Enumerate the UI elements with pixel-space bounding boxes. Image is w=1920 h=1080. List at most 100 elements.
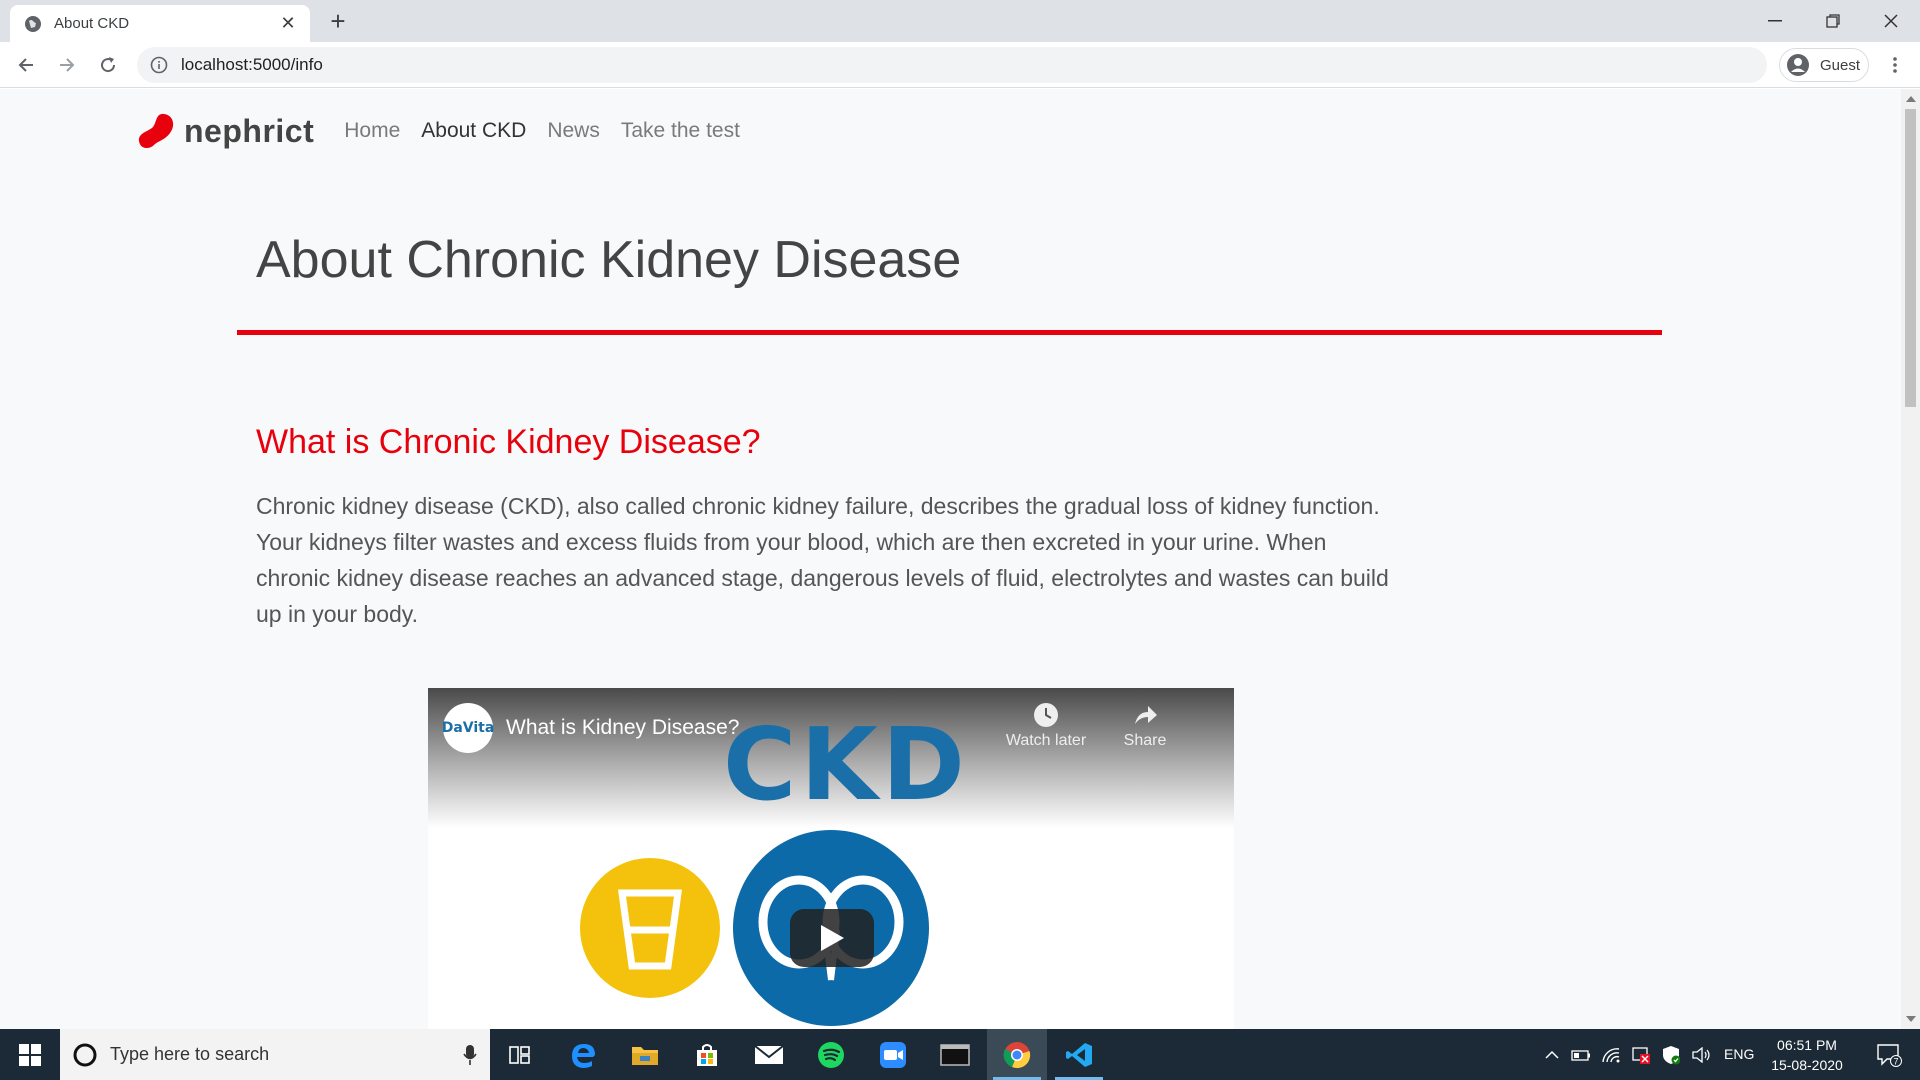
- shield-icon: [1663, 1045, 1680, 1064]
- nav-link-about-ckd[interactable]: About CKD: [421, 119, 526, 143]
- section-heading: What is Chronic Kidney Disease?: [256, 423, 761, 461]
- input-language[interactable]: ENG: [1724, 1029, 1754, 1080]
- minimize-button[interactable]: [1746, 0, 1804, 42]
- security-alert-icon: [1632, 1046, 1650, 1064]
- page-title: About Chronic Kidney Disease: [256, 231, 962, 289]
- section-body: Chronic kidney disease (CKD), also calle…: [256, 493, 1389, 627]
- wifi-icon: [1602, 1047, 1620, 1062]
- reload-button[interactable]: [92, 49, 124, 81]
- speaker-icon: [1692, 1046, 1710, 1063]
- battery-icon: [1571, 1049, 1590, 1061]
- close-window-button[interactable]: [1862, 0, 1920, 42]
- scroll-up-icon[interactable]: [1906, 96, 1916, 102]
- globe-icon: [25, 15, 41, 32]
- volume-button[interactable]: [1688, 1029, 1714, 1080]
- browser-menu-button[interactable]: [1880, 49, 1910, 81]
- video-overlay-text: CKD: [723, 706, 969, 823]
- wifi-button[interactable]: [1598, 1029, 1624, 1080]
- spotify-icon: [818, 1041, 844, 1068]
- close-icon: [1884, 14, 1898, 28]
- glass-icon: [617, 889, 683, 970]
- task-view-button[interactable]: [490, 1029, 550, 1080]
- window-controls: [1746, 0, 1920, 42]
- arrow-left-icon: [18, 58, 33, 72]
- taskbar-clock[interactable]: 06:51 PM 15-08-2020: [1762, 1035, 1852, 1075]
- video-embed[interactable]: CKD DaVita What is Kidney Disease? Watch…: [428, 688, 1234, 1029]
- back-button[interactable]: [10, 49, 42, 81]
- page-viewport: nephrict Home About CKD News Take the te…: [0, 89, 1901, 1029]
- tab-title: About CKD: [54, 15, 130, 32]
- defender-alert-button[interactable]: [1628, 1029, 1654, 1080]
- microphone-icon[interactable]: [450, 1044, 490, 1066]
- browser-tab[interactable]: About CKD ✕: [10, 5, 310, 42]
- taskbar-store[interactable]: [677, 1029, 737, 1080]
- info-icon: [150, 56, 168, 74]
- notification-count: 7: [1893, 1056, 1898, 1066]
- play-button[interactable]: [790, 909, 874, 967]
- taskbar-chrome[interactable]: [987, 1029, 1047, 1080]
- glass-illustration: [580, 858, 720, 998]
- restore-button[interactable]: [1804, 0, 1862, 42]
- play-icon: [821, 925, 844, 951]
- zoom-icon: [880, 1041, 906, 1068]
- address-bar[interactable]: localhost:5000/info: [137, 47, 1767, 83]
- page-scrollbar[interactable]: [1901, 89, 1920, 1029]
- close-tab-icon[interactable]: ✕: [278, 13, 298, 34]
- nav-link-news[interactable]: News: [547, 119, 600, 143]
- restore-icon: [1826, 14, 1840, 28]
- chrome-icon: [1003, 1041, 1031, 1068]
- cortana-icon: [73, 1043, 97, 1066]
- share-icon: [1135, 706, 1157, 724]
- share-button[interactable]: Share: [1095, 702, 1195, 750]
- channel-avatar[interactable]: DaVita: [442, 703, 494, 753]
- share-label: Share: [1123, 732, 1167, 749]
- more-vert-icon: [1893, 57, 1897, 73]
- profile-label: Guest: [1820, 56, 1861, 74]
- site-navbar: nephrict Home About CKD News Take the te…: [136, 103, 761, 159]
- task-view-icon: [509, 1045, 530, 1064]
- windows-logo-icon: [19, 1043, 41, 1066]
- battery-button[interactable]: [1568, 1029, 1594, 1080]
- clock-date: 15-08-2020: [1771, 1057, 1843, 1073]
- avatar-icon: [1787, 54, 1809, 76]
- taskbar-zoom[interactable]: [863, 1029, 923, 1080]
- windows-taskbar: Type here to search ENG 06:51 PM 15-08-2…: [0, 1029, 1920, 1080]
- watch-later-button[interactable]: Watch later: [996, 702, 1096, 750]
- scroll-down-icon[interactable]: [1906, 1016, 1916, 1022]
- nav-link-home[interactable]: Home: [344, 119, 400, 143]
- edge-icon: [572, 1043, 595, 1068]
- vscode-icon: [1066, 1042, 1092, 1067]
- clock-time: 06:51 PM: [1777, 1037, 1837, 1053]
- taskbar-terminal[interactable]: [925, 1029, 985, 1080]
- start-button[interactable]: [0, 1029, 60, 1080]
- scroll-thumb[interactable]: [1905, 109, 1916, 407]
- search-placeholder: Type here to search: [110, 1044, 270, 1064]
- taskbar-edge[interactable]: [553, 1029, 613, 1080]
- brand-name: nephrict: [184, 112, 315, 149]
- kidney-logo-icon: [138, 113, 174, 149]
- taskbar-search[interactable]: Type here to search: [60, 1029, 490, 1080]
- title-divider: [237, 330, 1662, 335]
- taskbar-vscode[interactable]: [1049, 1029, 1109, 1080]
- arrow-right-icon: [60, 58, 75, 72]
- taskbar-spotify[interactable]: [801, 1029, 861, 1080]
- action-center-button[interactable]: 7: [1864, 1029, 1914, 1080]
- taskbar-mail[interactable]: [739, 1029, 799, 1080]
- folder-icon: [632, 1046, 658, 1065]
- forward-button[interactable]: [51, 49, 83, 81]
- terminal-icon: [940, 1043, 970, 1066]
- taskbar-file-explorer[interactable]: [615, 1029, 675, 1080]
- brand-link[interactable]: nephrict: [136, 111, 314, 151]
- new-tab-button[interactable]: +: [322, 6, 354, 38]
- windows-security-button[interactable]: [1658, 1029, 1684, 1080]
- store-icon: [697, 1043, 717, 1066]
- minimize-icon: [1768, 20, 1782, 22]
- clock-icon: [1034, 703, 1058, 727]
- mail-icon: [754, 1044, 784, 1064]
- profile-button[interactable]: Guest: [1779, 48, 1869, 82]
- video-title[interactable]: What is Kidney Disease?: [506, 716, 739, 740]
- nav-link-take-the-test[interactable]: Take the test: [621, 119, 740, 143]
- watch-later-label: Watch later: [1005, 732, 1087, 749]
- notification-icon: 7: [1877, 1043, 1902, 1067]
- show-hidden-icons-button[interactable]: [1540, 1029, 1564, 1080]
